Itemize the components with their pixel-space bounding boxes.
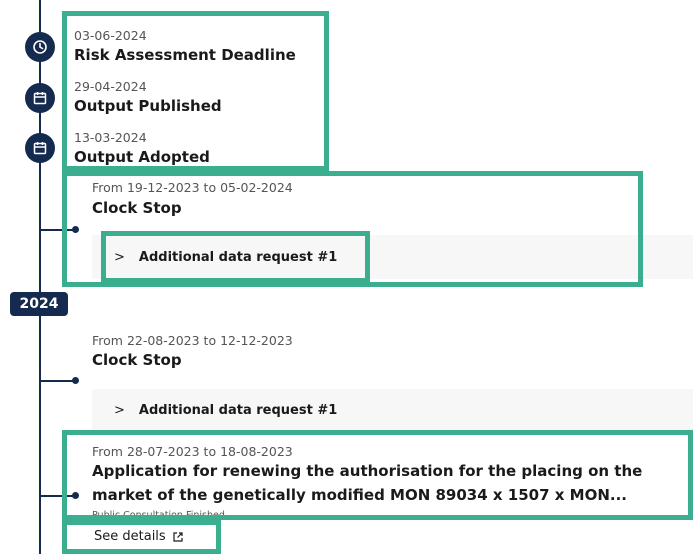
calendar-icon [25, 83, 55, 113]
event-date-range: From 22-08-2023 to 12-12-2023 [92, 333, 293, 348]
highlight-box [62, 430, 693, 520]
timeline-dot [72, 377, 79, 384]
highlight-box [101, 231, 370, 283]
clock-icon [25, 32, 55, 62]
request-label: Additional data request #1 [138, 402, 338, 418]
highlight-box [62, 520, 221, 554]
event-title: Clock Stop [92, 351, 182, 369]
additional-data-request-toggle[interactable]: > Additional data request #1 [92, 389, 693, 431]
timeline-connector [39, 380, 75, 382]
chevron-right-icon: > [114, 402, 125, 418]
highlight-box [62, 11, 329, 171]
calendar-icon [25, 133, 55, 163]
year-badge: 2024 [10, 292, 68, 316]
